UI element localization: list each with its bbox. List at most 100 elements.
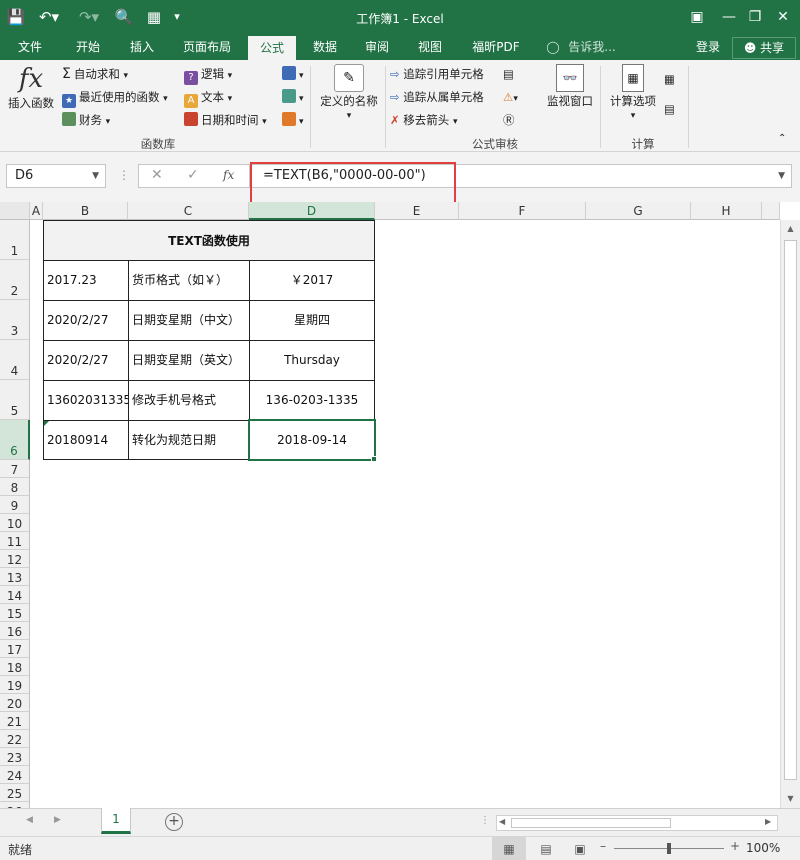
sheet-tab-1[interactable]: 1: [101, 808, 131, 834]
error-checking-icon[interactable]: ⚠▾: [503, 88, 518, 108]
column-header-h[interactable]: H: [691, 202, 762, 220]
evaluate-formula-icon[interactable]: Ⓡ: [503, 111, 515, 129]
next-sheet-icon[interactable]: ▶: [54, 815, 61, 825]
math-trig-button[interactable]: ▾: [282, 88, 304, 108]
logical-button[interactable]: ? 逻辑 ▾: [184, 65, 232, 85]
row-header[interactable]: 7: [0, 460, 30, 478]
table-title[interactable]: TEXT函数使用: [44, 221, 374, 261]
zoom-slider-thumb[interactable]: [667, 843, 671, 854]
worksheet-grid[interactable]: A B C D E F G H 1 2 3 4 5 6 7 8 9 10 11 …: [0, 202, 800, 808]
row-header[interactable]: 18: [0, 658, 30, 676]
cell-d2[interactable]: ￥2017: [250, 261, 374, 300]
cell-b4[interactable]: 2020/2/27: [44, 341, 129, 380]
row-header[interactable]: 13: [0, 568, 30, 586]
prev-sheet-icon[interactable]: ◀: [26, 815, 33, 825]
cell-b3[interactable]: 2020/2/27: [44, 301, 129, 340]
ribbon-display-icon[interactable]: ▣: [686, 6, 708, 28]
scroll-down-icon[interactable]: ▼: [781, 790, 800, 808]
fill-handle[interactable]: [371, 456, 377, 462]
financial-button[interactable]: 财务 ▾: [62, 111, 110, 131]
scroll-right-icon[interactable]: ▶: [765, 817, 771, 826]
column-header-e[interactable]: E: [375, 202, 459, 220]
column-header-c[interactable]: C: [128, 202, 249, 220]
row-header[interactable]: 14: [0, 586, 30, 604]
name-box[interactable]: D6 ▼: [6, 164, 106, 188]
scroll-left-icon[interactable]: ◀: [499, 817, 505, 826]
row-header[interactable]: 12: [0, 550, 30, 568]
row-header[interactable]: 25: [0, 784, 30, 802]
datetime-button[interactable]: 日期和时间 ▾: [184, 111, 267, 131]
hscroll-thumb[interactable]: [511, 818, 671, 828]
close-icon[interactable]: ✕: [772, 6, 794, 28]
horizontal-scrollbar[interactable]: ◀ ▶: [496, 815, 778, 831]
row-header[interactable]: 1: [0, 220, 30, 260]
tab-data[interactable]: 数据: [302, 36, 348, 60]
minimize-icon[interactable]: —: [718, 6, 740, 28]
cancel-icon[interactable]: ✕: [151, 167, 163, 183]
cell-d3[interactable]: 星期四: [250, 301, 374, 340]
row-header[interactable]: 16: [0, 622, 30, 640]
insert-function-button[interactable]: fx 插入函数: [8, 64, 54, 112]
cell-d5[interactable]: 136-0203-1335: [250, 381, 374, 420]
restore-icon[interactable]: ❐: [744, 6, 766, 28]
row-header[interactable]: 22: [0, 730, 30, 748]
cell-c4[interactable]: 日期变星期（英文）: [129, 341, 250, 380]
row-header[interactable]: 8: [0, 478, 30, 496]
zoom-in-icon[interactable]: +: [730, 839, 740, 853]
zoom-slider[interactable]: [614, 843, 724, 854]
tab-file[interactable]: 文件: [8, 36, 52, 60]
row-header[interactable]: 2: [0, 260, 30, 300]
sign-in-link[interactable]: 登录: [688, 36, 728, 60]
tell-me-search[interactable]: 告诉我...: [562, 36, 622, 60]
trace-dependents-button[interactable]: ⇨ 追踪从属单元格: [390, 88, 484, 106]
tab-splitter-icon[interactable]: ⋮: [480, 815, 490, 826]
row-header[interactable]: 19: [0, 676, 30, 694]
scroll-up-icon[interactable]: ▲: [781, 220, 800, 238]
tab-insert[interactable]: 插入: [118, 36, 166, 60]
tab-foxit-pdf[interactable]: 福昕PDF: [462, 36, 530, 60]
recent-functions-button[interactable]: ★ 最近使用的函数 ▾: [62, 88, 168, 108]
cell-b2[interactable]: 2017.23: [44, 261, 129, 300]
zoom-level[interactable]: 100%: [746, 841, 780, 855]
tab-page-layout[interactable]: 页面布局: [172, 36, 242, 60]
row-header[interactable]: 3: [0, 300, 30, 340]
lookup-reference-button[interactable]: ▾: [282, 65, 304, 85]
watch-window-button[interactable]: 👓 监视窗口: [544, 64, 596, 110]
trace-precedents-button[interactable]: ⇨ 追踪引用单元格: [390, 65, 484, 83]
column-header-g[interactable]: G: [586, 202, 691, 220]
defined-names-button[interactable]: ✎ 定义的名称 ▾: [316, 64, 382, 122]
insert-function-icon[interactable]: fx: [223, 168, 234, 182]
add-sheet-icon[interactable]: +: [165, 813, 183, 831]
zoom-out-icon[interactable]: –: [600, 839, 606, 853]
row-header[interactable]: 4: [0, 340, 30, 380]
row-header[interactable]: 17: [0, 640, 30, 658]
column-header-b[interactable]: B: [43, 202, 128, 220]
tab-home[interactable]: 开始: [64, 36, 112, 60]
scroll-thumb[interactable]: [784, 240, 797, 780]
row-header[interactable]: 24: [0, 766, 30, 784]
column-header-d[interactable]: D: [249, 202, 375, 220]
row-header[interactable]: 20: [0, 694, 30, 712]
column-header-f[interactable]: F: [459, 202, 586, 220]
row-header[interactable]: 10: [0, 514, 30, 532]
cell-c6[interactable]: 转化为规范日期: [129, 421, 250, 459]
tab-formulas[interactable]: 公式: [248, 36, 296, 60]
more-functions-button[interactable]: ▾: [282, 111, 304, 131]
row-header[interactable]: 9: [0, 496, 30, 514]
enter-icon[interactable]: ✓: [187, 167, 199, 183]
text-functions-button[interactable]: A 文本 ▾: [184, 88, 232, 108]
vertical-scrollbar[interactable]: ▲ ▼: [780, 220, 800, 808]
row-header[interactable]: 21: [0, 712, 30, 730]
cell-c3[interactable]: 日期变星期（中文）: [129, 301, 250, 340]
tab-review[interactable]: 审阅: [354, 36, 400, 60]
cell-c5[interactable]: 修改手机号格式: [129, 381, 250, 420]
cell-c2[interactable]: 货币格式（如￥）: [129, 261, 250, 300]
collapse-ribbon-icon[interactable]: ⌃: [778, 130, 786, 148]
cell-b5[interactable]: 13602031335: [44, 381, 129, 420]
row-header[interactable]: 5: [0, 380, 30, 420]
row-header[interactable]: 15: [0, 604, 30, 622]
row-header[interactable]: 6: [0, 420, 30, 460]
page-layout-view-icon[interactable]: ▤: [534, 837, 558, 860]
calc-options-button[interactable]: ▦ 计算选项 ▾: [606, 64, 660, 122]
normal-view-icon[interactable]: ▦: [492, 837, 526, 860]
